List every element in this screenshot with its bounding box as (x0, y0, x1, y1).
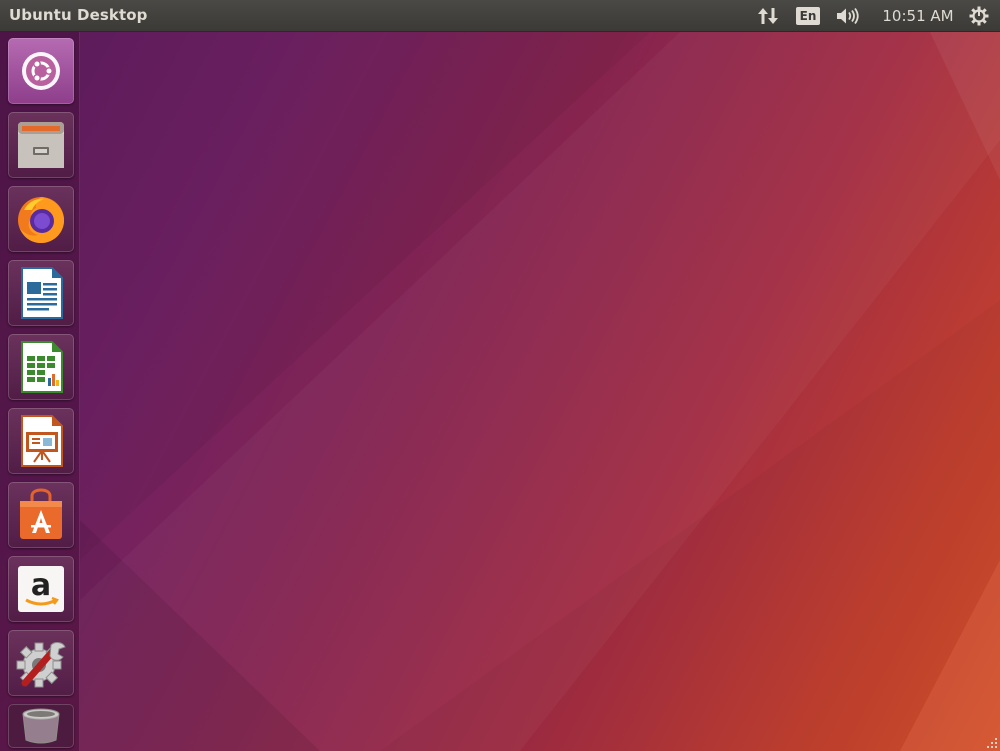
launcher-item-writer[interactable] (8, 260, 74, 326)
shopping-bag-icon (20, 488, 62, 539)
launcher-item-firefox[interactable] (8, 186, 74, 252)
launcher-item-calc[interactable] (8, 334, 74, 400)
clock-text: 10:51 AM (882, 7, 954, 25)
ubuntu-dash-icon (22, 52, 60, 90)
top-panel: Ubuntu Desktop En 10:51 AM (0, 0, 1000, 32)
firefox-icon (18, 197, 65, 243)
trash-icon (22, 708, 60, 744)
clock-indicator[interactable]: 10:51 AM (876, 0, 960, 32)
svg-text:a: a (31, 568, 51, 603)
launcher-item-files[interactable] (8, 112, 74, 178)
file-cabinet-icon (18, 122, 64, 168)
sound-indicator[interactable] (834, 0, 864, 32)
window-title: Ubuntu Desktop (9, 6, 148, 24)
launcher-item-amazon[interactable]: a (8, 556, 74, 622)
dash-home-button[interactable] (8, 38, 74, 104)
session-gear-icon (969, 6, 989, 26)
session-indicator[interactable] (964, 0, 994, 32)
wallpaper (80, 32, 1000, 751)
launcher-item-system-settings[interactable] (8, 630, 74, 696)
amazon-icon: a (18, 566, 64, 612)
keyboard-layout-badge: En (795, 7, 821, 25)
gear-wrench-icon (16, 642, 66, 688)
libreoffice-calc-icon (21, 341, 63, 393)
libreoffice-writer-icon (21, 267, 63, 319)
network-arrows-icon (758, 8, 778, 24)
launcher-item-trash[interactable] (8, 704, 74, 748)
network-indicator[interactable] (754, 0, 782, 32)
resize-grip-icon (987, 738, 997, 748)
desktop[interactable]: Ubuntu Desktop En 10:51 AM a (0, 0, 1000, 751)
libreoffice-impress-icon (21, 415, 63, 467)
keyboard-layout-indicator[interactable]: En (794, 0, 822, 32)
launcher-item-software[interactable] (8, 482, 74, 548)
speaker-volume-icon (837, 7, 859, 25)
launcher: a (0, 32, 80, 751)
launcher-item-impress[interactable] (8, 408, 74, 474)
